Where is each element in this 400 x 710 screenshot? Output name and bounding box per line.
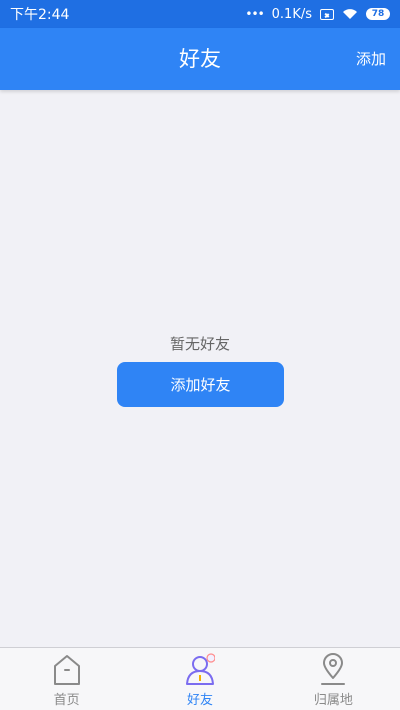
tab-location[interactable]: 归属地 xyxy=(267,648,400,710)
home-icon xyxy=(53,655,80,685)
add-button[interactable]: 添加 xyxy=(356,28,386,90)
bottom-tab-bar: 首页 好友 归属地 xyxy=(0,647,400,710)
status-icons: ••• 0.1K/s 78 xyxy=(245,7,390,22)
tab-friends[interactable]: 好友 xyxy=(133,648,266,710)
battery-icon: 78 xyxy=(366,8,390,20)
no-sim-icon xyxy=(320,8,334,20)
location-icon xyxy=(321,653,346,685)
tab-friends-label: 好友 xyxy=(186,693,213,708)
page-title: 好友 xyxy=(179,47,221,71)
tab-location-label: 归属地 xyxy=(313,693,353,708)
friend-icon xyxy=(185,653,215,685)
app-screen: 下午2:44 ••• 0.1K/s 78 好友 添加 暂无好友 添加好友 首页 xyxy=(0,0,400,710)
empty-state-message: 暂无好友 xyxy=(169,335,230,353)
tab-home[interactable]: 首页 xyxy=(0,648,133,710)
wifi-icon xyxy=(343,9,357,19)
network-speed: 0.1K/s xyxy=(271,6,312,22)
app-header: 好友 添加 xyxy=(0,28,400,90)
signal-dots-icon: ••• xyxy=(245,7,264,21)
tab-home-label: 首页 xyxy=(53,693,80,708)
status-bar: 下午2:44 ••• 0.1K/s 78 xyxy=(0,0,400,28)
add-friend-button[interactable]: 添加好友 xyxy=(117,362,284,407)
status-time: 下午2:44 xyxy=(10,7,70,23)
